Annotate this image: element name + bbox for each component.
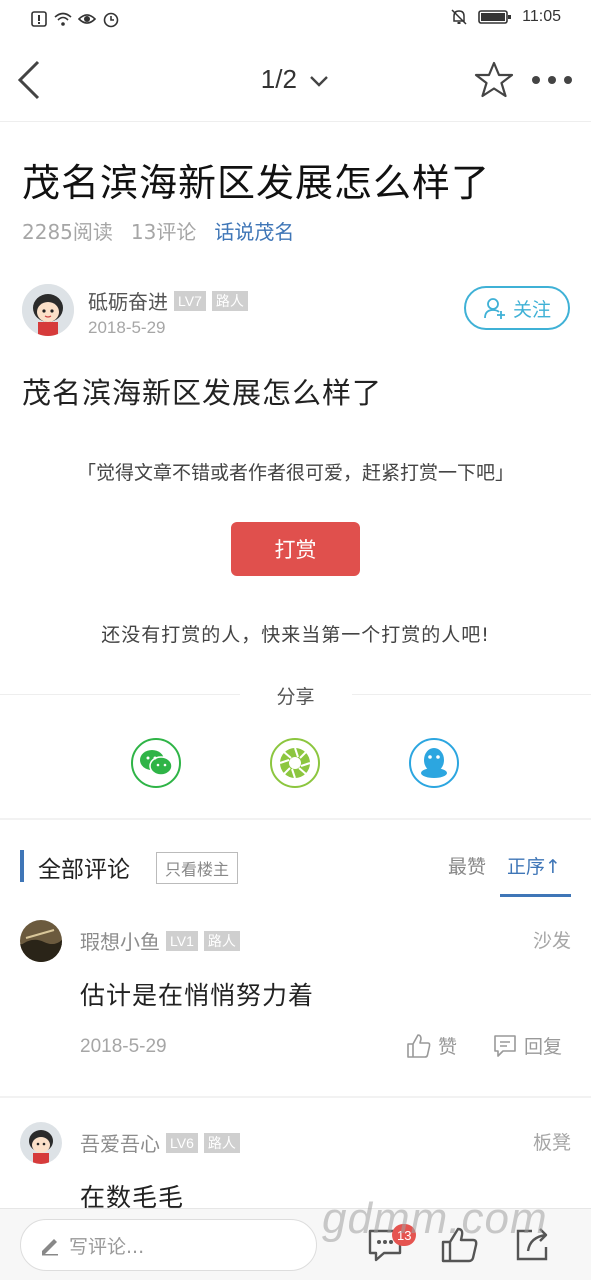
comment-user-row: 吾爱吾心 LV6 路人 bbox=[80, 1128, 240, 1157]
page-indicator-label: 1/2 bbox=[260, 64, 297, 94]
wechat-icon bbox=[140, 750, 173, 776]
comment-count: 13评论 bbox=[130, 220, 197, 244]
section-divider bbox=[0, 818, 591, 820]
comment-avatar[interactable] bbox=[20, 1122, 62, 1164]
comment-date: 2018-5-29 bbox=[80, 1036, 167, 1057]
cartoon-avatar-icon bbox=[22, 284, 74, 336]
active-tab-underline bbox=[500, 894, 571, 897]
read-count: 2285阅读 bbox=[22, 220, 113, 244]
star-icon[interactable] bbox=[474, 60, 514, 100]
rank-badge: 路人 bbox=[211, 290, 248, 311]
rank-badge: 路人 bbox=[203, 930, 240, 951]
photo-avatar-icon bbox=[20, 920, 62, 962]
cartoon-avatar-icon bbox=[20, 1122, 62, 1164]
reward-button[interactable]: 打赏 bbox=[231, 522, 360, 576]
comment-item: 瑕想小鱼 LV1 路人 沙发 估计是在悄悄努力着 2018-5-29 赞 回复 bbox=[20, 920, 571, 1070]
qq-icon bbox=[421, 748, 447, 778]
level-badge: LV7 bbox=[174, 290, 206, 311]
comments-accent-bar bbox=[20, 850, 24, 882]
owner-only-button[interactable]: 只看楼主 bbox=[156, 852, 239, 884]
alert-icon bbox=[31, 11, 47, 27]
article-meta: 2285阅读 13评论 话说茂名 bbox=[22, 216, 294, 245]
status-time: 11:05 bbox=[522, 8, 561, 25]
add-user-icon bbox=[484, 298, 505, 319]
author-date: 2018-5-29 bbox=[88, 318, 166, 337]
sort-hot-tab[interactable]: 最赞 bbox=[448, 852, 486, 879]
like-label: 赞 bbox=[438, 1036, 458, 1058]
share-moments-button[interactable] bbox=[270, 738, 320, 788]
mute-icon bbox=[451, 9, 467, 25]
author-name[interactable]: 砥砺奋进 bbox=[88, 286, 168, 315]
chevron-down-icon bbox=[310, 76, 329, 87]
eye-icon bbox=[78, 14, 96, 24]
comment-floor: 板凳 bbox=[532, 1132, 571, 1154]
reward-empty-text: 还没有打赏的人，快来当第一个打赏的人吧! bbox=[101, 624, 490, 646]
sort-asc-tab[interactable]: 正序↑ bbox=[507, 852, 561, 879]
comment-floor: 沙发 bbox=[532, 930, 571, 952]
article-body: 茂名滨海新区发展怎么样了 bbox=[22, 376, 383, 410]
battery-icon bbox=[478, 10, 512, 24]
follow-button[interactable]: 关注 bbox=[464, 286, 570, 330]
wifi-icon bbox=[54, 12, 72, 26]
author-row: 砥砺奋进 LV7 路人 2018-5-29 关注 bbox=[22, 284, 570, 340]
reply-icon bbox=[494, 1034, 516, 1057]
watermark: gdmm.com bbox=[322, 1194, 548, 1243]
comment-text: 估计是在悄悄努力着 bbox=[80, 981, 315, 1010]
status-right-icons: 11:05 bbox=[450, 8, 561, 26]
share-wechat-button[interactable] bbox=[131, 738, 181, 788]
comments-title: 全部评论 bbox=[38, 857, 130, 883]
share-label: 分享 bbox=[276, 686, 315, 708]
share-qq-button[interactable] bbox=[409, 738, 459, 788]
article-title: 茂名滨海新区发展怎么样了 bbox=[22, 161, 491, 205]
pencil-icon bbox=[42, 1239, 58, 1256]
reply-button[interactable]: 回复 bbox=[492, 1032, 562, 1059]
level-badge: LV1 bbox=[166, 930, 198, 951]
write-comment-input[interactable]: 写评论... bbox=[20, 1219, 317, 1271]
comments-header: 全部评论 只看楼主 最赞 正序↑ bbox=[0, 842, 591, 898]
like-button[interactable]: 赞 bbox=[406, 1032, 457, 1059]
more-icon[interactable] bbox=[530, 68, 574, 92]
comment-avatar[interactable] bbox=[20, 920, 62, 962]
comment-username[interactable]: 吾爱吾心 bbox=[80, 1128, 160, 1157]
moments-icon bbox=[279, 747, 311, 779]
status-left-icons bbox=[30, 10, 120, 28]
nav-bar: 1/2 bbox=[0, 40, 591, 122]
author-avatar[interactable] bbox=[22, 284, 74, 336]
comment-user-row: 瑕想小鱼 LV1 路人 bbox=[80, 926, 240, 955]
topic-link[interactable]: 话说茂名 bbox=[214, 216, 294, 245]
reply-label: 回复 bbox=[524, 1036, 563, 1058]
author-name-row: 砥砺奋进 LV7 路人 bbox=[88, 286, 248, 315]
level-badge: LV6 bbox=[166, 1132, 198, 1153]
comment-divider bbox=[0, 1096, 591, 1098]
rank-badge: 路人 bbox=[203, 1132, 240, 1153]
alarm-icon bbox=[103, 12, 119, 28]
follow-label: 关注 bbox=[512, 298, 551, 321]
status-bar: 11:05 bbox=[0, 0, 591, 40]
thumbs-up-icon bbox=[407, 1033, 431, 1058]
reward-quote: 「觉得文章不错或者作者很可爱，赶紧打赏一下吧」 bbox=[76, 462, 514, 484]
comment-username[interactable]: 瑕想小鱼 bbox=[80, 926, 160, 955]
write-comment-placeholder: 写评论... bbox=[69, 1235, 145, 1258]
